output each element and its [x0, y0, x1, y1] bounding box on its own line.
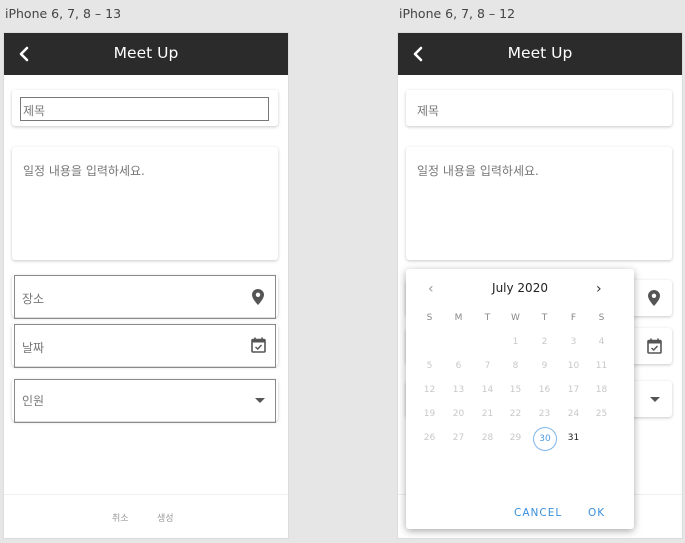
- dropdown-arrow-icon[interactable]: [255, 398, 265, 404]
- calendar-day[interactable]: 20: [444, 409, 473, 419]
- calendar-day[interactable]: 23: [530, 409, 559, 419]
- content-placeholder: 일정 내용을 입력하세요.: [417, 164, 539, 178]
- weekday-label: F: [570, 313, 577, 323]
- date-picker-dialog: ‹ July 2020 › CANCEL OK SMTWTFS123456789…: [406, 269, 634, 529]
- location-pin-icon[interactable]: [648, 290, 660, 306]
- weekday-label: T: [541, 313, 548, 323]
- calendar-day[interactable]: 17: [559, 385, 588, 395]
- cancel-button[interactable]: 취소: [112, 511, 129, 524]
- create-button[interactable]: 생성: [157, 511, 174, 524]
- calendar-day[interactable]: 5: [415, 361, 444, 371]
- calendar-day[interactable]: 26: [415, 433, 444, 443]
- weekday-label: T: [484, 313, 491, 323]
- weekday-label: M: [454, 313, 463, 323]
- picker-ok-button[interactable]: OK: [588, 507, 605, 519]
- location-placeholder: 장소: [22, 292, 45, 306]
- content-textarea[interactable]: 일정 내용을 입력하세요.: [12, 147, 278, 260]
- people-placeholder: 인원: [22, 394, 45, 408]
- location-input[interactable]: [14, 275, 276, 319]
- calendar-day[interactable]: 24: [559, 409, 588, 419]
- title-input[interactable]: [20, 97, 269, 121]
- frame-label: iPhone 6, 7, 8 – 12: [399, 6, 516, 21]
- calendar-day[interactable]: 4: [587, 337, 616, 347]
- calendar-day[interactable]: 18: [587, 385, 616, 395]
- title-placeholder: 제목: [23, 104, 46, 118]
- title-placeholder: 제목: [417, 104, 440, 118]
- weekday-label: W: [511, 313, 520, 323]
- calendar-day[interactable]: 31: [559, 433, 588, 443]
- calendar-icon[interactable]: [647, 338, 662, 354]
- app-title: Meet Up: [113, 44, 179, 62]
- calendar-day[interactable]: 12: [415, 385, 444, 395]
- next-month-icon[interactable]: ›: [596, 281, 602, 297]
- people-select[interactable]: [14, 379, 276, 423]
- calendar-day[interactable]: 25: [587, 409, 616, 419]
- calendar-day[interactable]: 6: [444, 361, 473, 371]
- calendar-day[interactable]: 3: [559, 337, 588, 347]
- phone-frame-form: Meet Up 제목 일정 내용을 입력하세요. 장소 날짜 인원 취소 생성: [4, 33, 288, 538]
- date-input[interactable]: [14, 324, 276, 368]
- date-placeholder: 날짜: [22, 341, 45, 355]
- weekday-label: S: [598, 313, 605, 323]
- app-bar: Meet Up: [4, 33, 288, 75]
- calendar-day[interactable]: 8: [501, 361, 530, 371]
- date-card: 날짜: [12, 324, 278, 368]
- calendar-day[interactable]: 28: [473, 433, 502, 443]
- title-card: 제목: [12, 90, 278, 126]
- dropdown-arrow-icon[interactable]: [650, 397, 660, 403]
- calendar-day[interactable]: 10: [559, 361, 588, 371]
- app-bar: Meet Up: [398, 33, 682, 75]
- calendar-day[interactable]: 27: [444, 433, 473, 443]
- content-placeholder: 일정 내용을 입력하세요.: [23, 164, 145, 178]
- people-card: 인원: [12, 379, 278, 423]
- calendar-day[interactable]: 9: [530, 361, 559, 371]
- calendar-day[interactable]: 14: [473, 385, 502, 395]
- picker-cancel-button[interactable]: CANCEL: [514, 507, 562, 519]
- calendar-day[interactable]: 30: [533, 427, 557, 451]
- calendar-day[interactable]: 11: [587, 361, 616, 371]
- footer-bar: 취소 생성: [4, 494, 288, 538]
- weekday-label: S: [426, 313, 433, 323]
- app-title: Meet Up: [507, 44, 573, 62]
- calendar-day[interactable]: 22: [501, 409, 530, 419]
- calendar-day[interactable]: 19: [415, 409, 444, 419]
- content-textarea[interactable]: 일정 내용을 입력하세요.: [406, 147, 672, 260]
- calendar-day[interactable]: 1: [501, 337, 530, 347]
- calendar-day[interactable]: 2: [530, 337, 559, 347]
- calendar-day[interactable]: 16: [530, 385, 559, 395]
- calendar-day[interactable]: 7: [473, 361, 502, 371]
- calendar-day[interactable]: 21: [473, 409, 502, 419]
- calendar-day[interactable]: 15: [501, 385, 530, 395]
- location-card: 장소: [12, 275, 278, 319]
- calendar-day[interactable]: 13: [444, 385, 473, 395]
- calendar-day[interactable]: 29: [501, 433, 530, 443]
- title-input[interactable]: 제목: [406, 90, 672, 126]
- calendar-icon[interactable]: [251, 337, 266, 353]
- phone-frame-datepicker: Meet Up 제목 일정 내용을 입력하세요. ‹ July 2020 › C…: [398, 33, 682, 538]
- location-pin-icon[interactable]: [252, 289, 264, 305]
- frame-label: iPhone 6, 7, 8 – 13: [5, 6, 122, 21]
